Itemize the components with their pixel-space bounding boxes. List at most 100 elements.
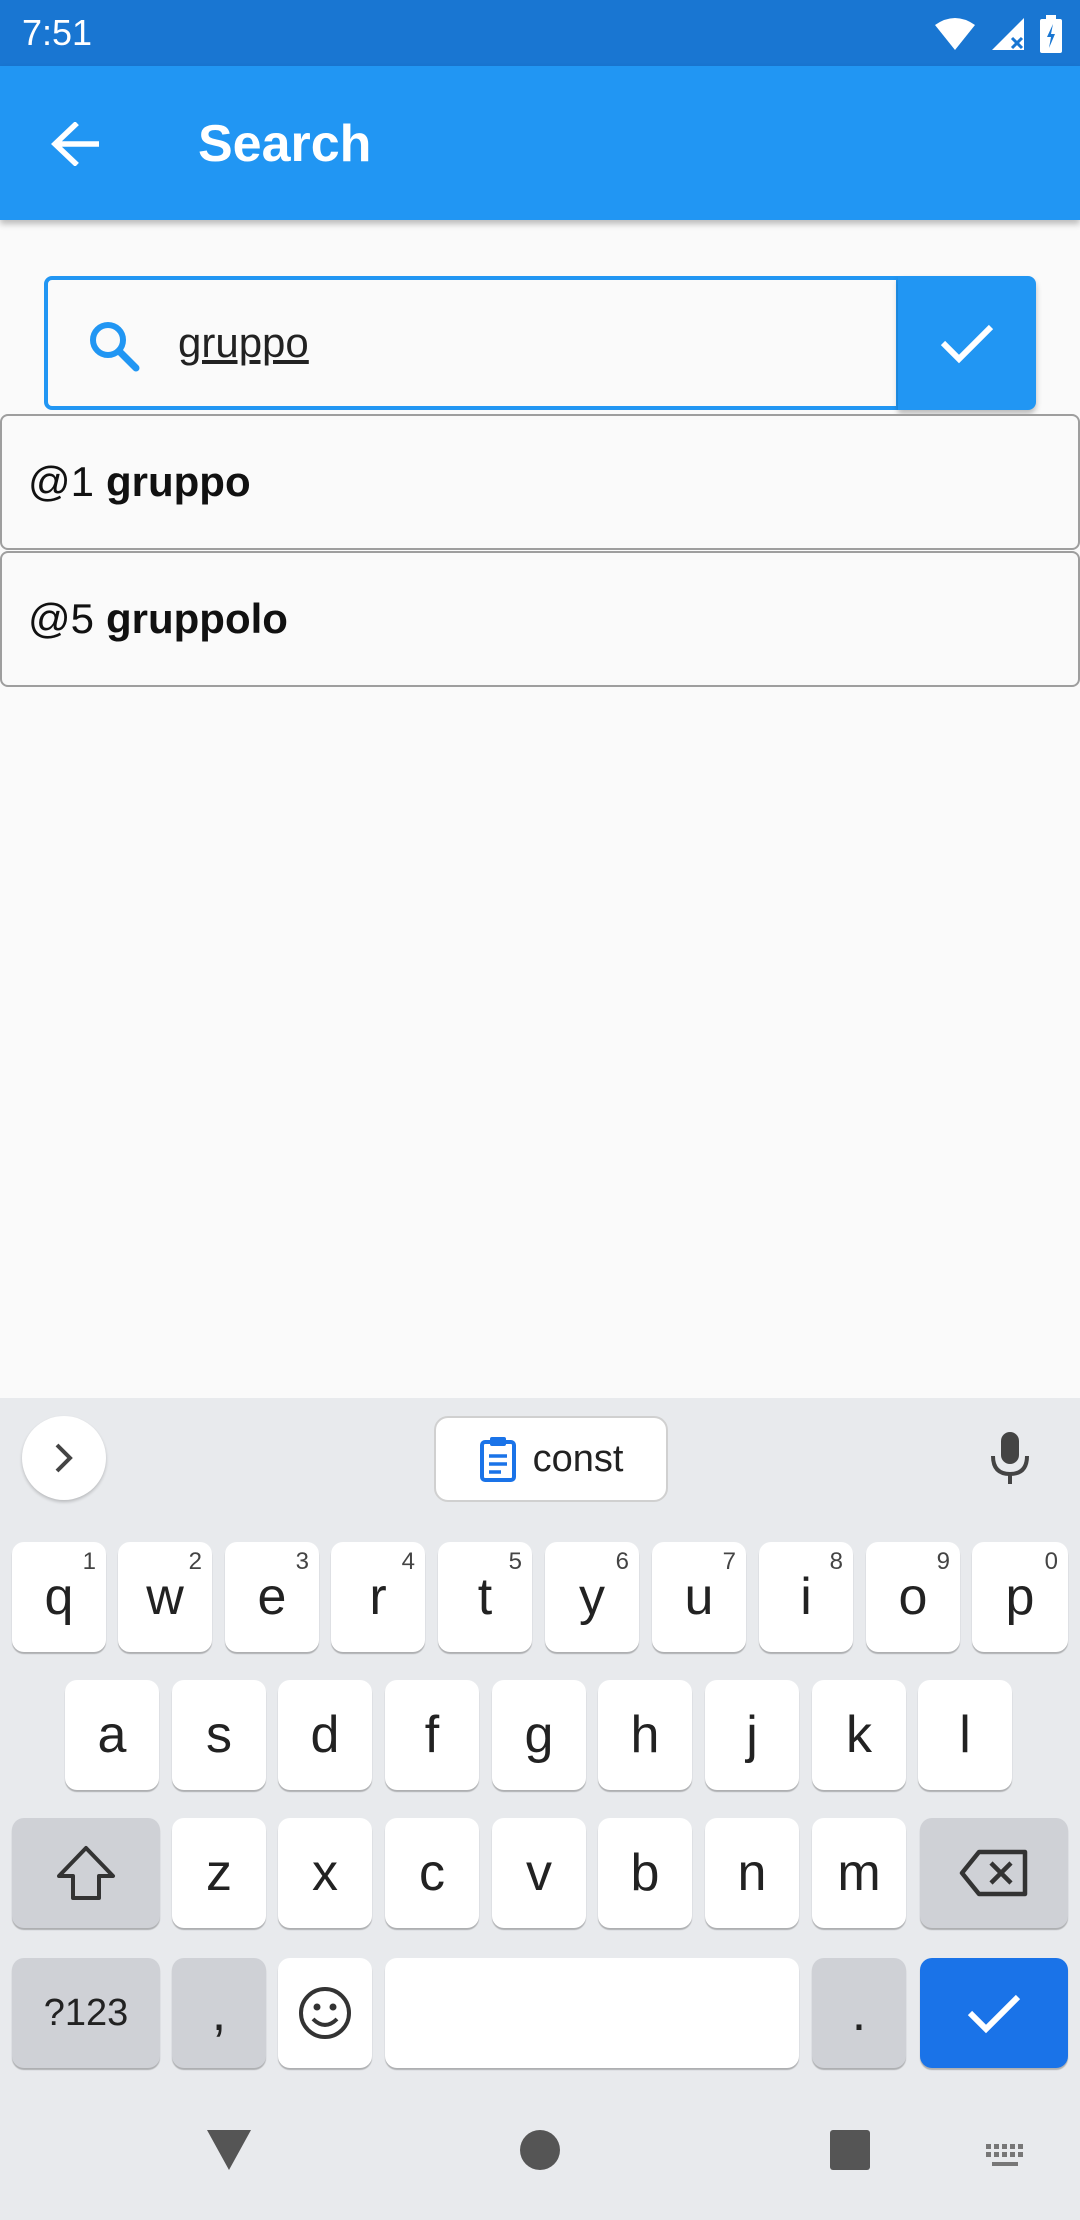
key-label: l [959, 1706, 971, 1764]
key-v[interactable]: v [492, 1818, 586, 1928]
result-name: gruppo [106, 458, 251, 505]
status-icons [934, 12, 1062, 56]
recents-square-icon[interactable] [828, 2128, 872, 2172]
key-i[interactable]: i8 [759, 1542, 853, 1652]
search-input[interactable] [178, 310, 868, 376]
key-hint: 6 [615, 1548, 629, 1575]
result-item[interactable]: @1 gruppo [0, 414, 1080, 550]
key-f[interactable]: f [385, 1680, 479, 1790]
comma-key[interactable]: , [172, 1958, 266, 2068]
result-item[interactable]: @5 gruppolo [0, 551, 1080, 687]
key-t[interactable]: t5 [438, 1542, 532, 1652]
search-icon [90, 322, 140, 372]
clipboard-suggestion-text: const [532, 1437, 624, 1480]
microphone-icon [991, 1432, 1029, 1484]
key-label: g [524, 1706, 554, 1764]
keyboard-switch-icon[interactable] [984, 2142, 1030, 2172]
key-x[interactable]: x [278, 1818, 372, 1928]
status-time: 7:51 [22, 12, 93, 53]
shift-icon [57, 1846, 115, 1900]
key-label: i [800, 1568, 812, 1626]
back-triangle-icon[interactable] [205, 2128, 253, 2172]
app-bar: Search [0, 66, 1080, 220]
key-b[interactable]: b [598, 1818, 692, 1928]
key-k[interactable]: k [812, 1680, 906, 1790]
key-label: d [310, 1706, 340, 1764]
shift-key[interactable] [12, 1818, 160, 1928]
keyboard-toolbar: const [0, 1398, 1080, 1518]
key-j[interactable]: j [705, 1680, 799, 1790]
key-z[interactable]: z [172, 1818, 266, 1928]
enter-key[interactable] [920, 1958, 1068, 2068]
key-label: w [146, 1568, 184, 1626]
key-c[interactable]: c [385, 1818, 479, 1928]
comma-label: , [211, 1984, 227, 2042]
clipboard-icon [479, 1437, 516, 1482]
key-label: z [206, 1844, 232, 1902]
check-icon [967, 1994, 1021, 2034]
key-o[interactable]: o9 [866, 1542, 960, 1652]
key-label: y [579, 1568, 605, 1626]
voice-input-button[interactable] [980, 1428, 1040, 1488]
key-label: v [526, 1844, 552, 1902]
key-hint: 3 [295, 1548, 309, 1575]
key-label: b [630, 1844, 660, 1902]
key-d[interactable]: d [278, 1680, 372, 1790]
key-label: t [477, 1568, 493, 1626]
key-label: q [44, 1568, 74, 1626]
key-a[interactable]: a [65, 1680, 159, 1790]
key-l[interactable]: l [918, 1680, 1012, 1790]
period-key[interactable]: . [812, 1958, 906, 2068]
key-label: f [424, 1706, 440, 1764]
navigation-bar [0, 2090, 1080, 2220]
result-prefix: @5 [28, 595, 94, 642]
wifi-icon [935, 18, 975, 50]
key-label: a [97, 1706, 127, 1764]
key-r[interactable]: r4 [331, 1542, 425, 1652]
backspace-icon [959, 1849, 1028, 1897]
key-w[interactable]: w2 [118, 1542, 212, 1652]
chevron-right-icon [55, 1443, 73, 1473]
backspace-key[interactable] [920, 1818, 1068, 1928]
key-q[interactable]: q1 [12, 1542, 106, 1652]
home-circle-icon[interactable] [518, 2128, 562, 2172]
symbols-key[interactable]: ?123 [12, 1958, 160, 2068]
expand-toolbar-button[interactable] [22, 1416, 106, 1500]
key-hint: 1 [82, 1548, 96, 1575]
search-submit-button[interactable] [898, 276, 1036, 410]
key-label: k [846, 1706, 872, 1764]
key-label: o [898, 1568, 928, 1626]
result-prefix: @1 [28, 458, 94, 505]
key-n[interactable]: n [705, 1818, 799, 1928]
key-e[interactable]: e3 [225, 1542, 319, 1652]
key-label: j [746, 1706, 758, 1764]
search-field[interactable] [44, 276, 900, 410]
key-g[interactable]: g [492, 1680, 586, 1790]
space-key[interactable] [385, 1958, 799, 2068]
key-label: h [630, 1706, 660, 1764]
period-label: . [851, 1984, 867, 2042]
result-name: gruppolo [106, 595, 288, 642]
key-hint: 7 [722, 1548, 736, 1575]
key-label: c [419, 1844, 445, 1902]
key-s[interactable]: s [172, 1680, 266, 1790]
signal-icon [992, 18, 1024, 50]
key-m[interactable]: m [812, 1818, 906, 1928]
back-button[interactable] [40, 112, 110, 176]
battery-icon [1040, 15, 1062, 53]
key-label: m [837, 1844, 881, 1902]
page-title: Search [198, 115, 372, 173]
key-label: x [312, 1844, 338, 1902]
key-u[interactable]: u7 [652, 1542, 746, 1652]
key-label: r [369, 1568, 387, 1626]
emoji-icon [299, 1987, 351, 2039]
arrow-back-icon [51, 122, 99, 166]
key-h[interactable]: h [598, 1680, 692, 1790]
emoji-key[interactable] [278, 1958, 372, 2068]
key-label: u [684, 1568, 714, 1626]
key-hint: 8 [829, 1548, 843, 1575]
key-y[interactable]: y6 [545, 1542, 639, 1652]
key-p[interactable]: p0 [972, 1542, 1068, 1652]
status-bar: 7:51 [0, 0, 1080, 66]
clipboard-suggestion-chip[interactable]: const [434, 1416, 668, 1502]
